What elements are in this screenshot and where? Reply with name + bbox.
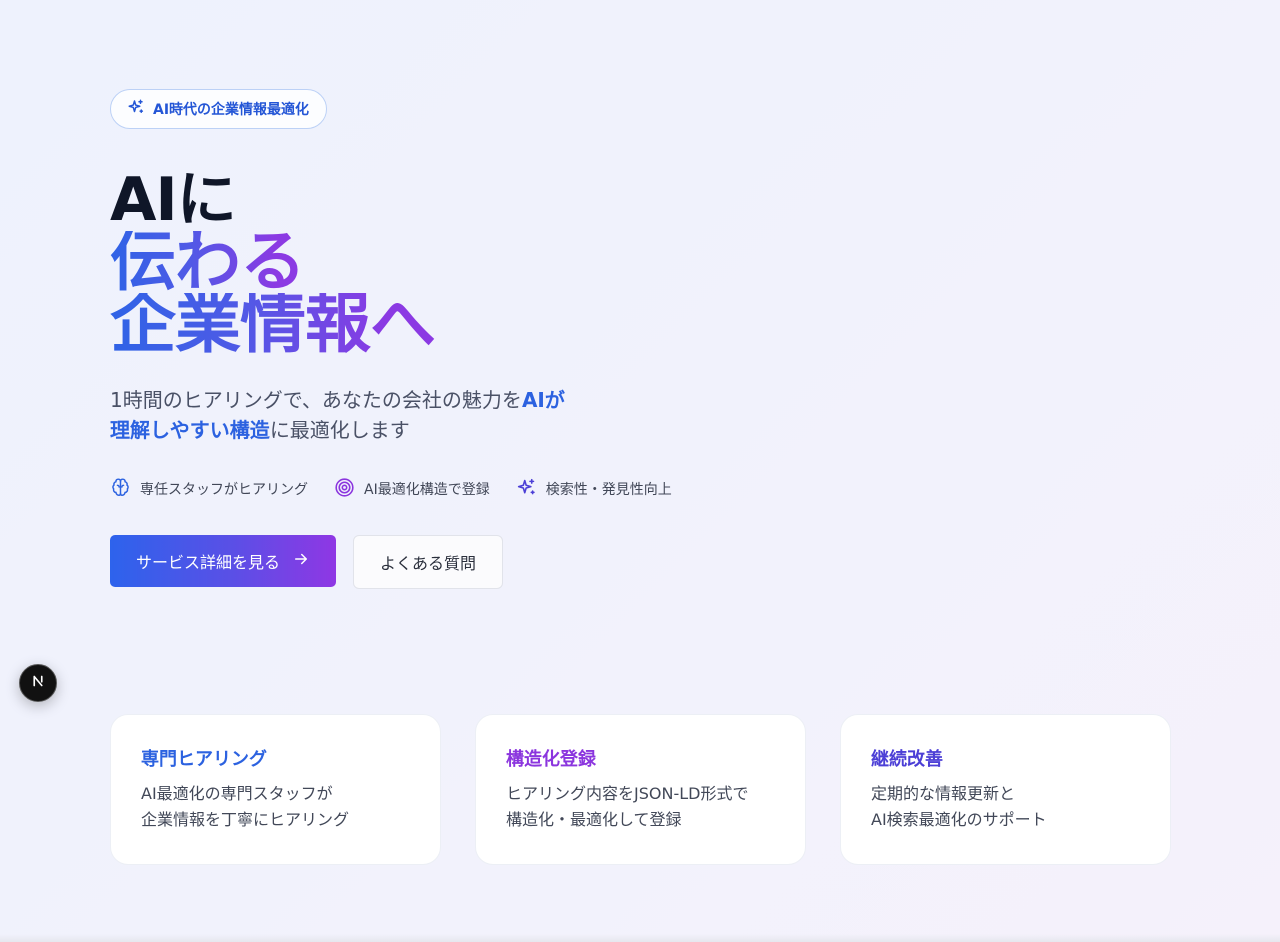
target-icon xyxy=(334,477,355,502)
feature-item-hearing: 専任スタッフがヒアリング xyxy=(110,477,308,501)
feature-label: 専任スタッフがヒアリング xyxy=(140,482,308,498)
service-cards: 専門ヒアリング AI最適化の専門スタッフが 企業情報を丁寧にヒアリング 構造化登… xyxy=(110,714,1171,865)
headline-line-2: 伝わる xyxy=(110,223,306,300)
card-title: 専門ヒアリング xyxy=(141,749,267,770)
card-title: 継続改善 xyxy=(871,749,943,770)
subtitle-part-2: に最適化します xyxy=(269,418,410,442)
card-text: 定期的な情報更新と AI検索最適化のサポート xyxy=(871,784,1047,829)
n-logo-icon xyxy=(29,672,47,694)
hero-badge: AI時代の企業情報最適化 xyxy=(110,89,328,129)
card-hearing: 専門ヒアリング AI最適化の専門スタッフが 企業情報を丁寧にヒアリング xyxy=(110,714,441,865)
nextjs-dev-indicator[interactable] xyxy=(19,664,57,702)
headline-line-3: 企業情報へ xyxy=(110,285,436,362)
sparkles-icon xyxy=(127,98,145,120)
feature-item-structure: AI最適化構造で登録 xyxy=(334,477,490,501)
hero-actions: サービス詳細を見る よくある質問 xyxy=(110,535,810,589)
hero-subtitle: 1時間のヒアリングで、あなたの会社の魅力をAIが理解しやすい構造に最適化します xyxy=(110,385,580,445)
service-details-label: サービス詳細を見る xyxy=(136,553,281,572)
hero-badge-label: AI時代の企業情報最適化 xyxy=(153,102,310,118)
hero-section: AI時代の企業情報最適化 AIに 伝わる 企業情報へ 1時間のヒアリングで、あな… xyxy=(110,89,810,589)
card-structured-registration: 構造化登録 ヒアリング内容をJSON-LD形式で 構造化・最適化して登録 xyxy=(475,714,806,865)
sparkles-icon xyxy=(516,477,537,502)
hero-headline: AIに 伝わる 企業情報へ xyxy=(110,165,810,362)
card-text: AI最適化の専門スタッフが 企業情報を丁寧にヒアリング xyxy=(141,784,350,829)
feature-item-discoverability: 検索性・発見性向上 xyxy=(516,477,672,501)
feature-list: 専任スタッフがヒアリング AI最適化構造で登録 検索性・発見性向上 xyxy=(110,477,810,501)
feature-label: AI最適化構造で登録 xyxy=(364,482,490,498)
arrow-right-icon xyxy=(292,550,310,572)
card-text: ヒアリング内容をJSON-LD形式で 構造化・最適化して登録 xyxy=(506,784,749,829)
card-continuous-improvement: 継続改善 定期的な情報更新と AI検索最適化のサポート xyxy=(840,714,1171,865)
headline-line-1: AIに xyxy=(110,165,237,235)
subtitle-part-1: 1時間のヒアリングで、あなたの会社の魅力を xyxy=(110,388,522,412)
page-bottom-edge xyxy=(0,934,1280,942)
faq-button[interactable]: よくある質問 xyxy=(353,535,504,589)
card-title: 構造化登録 xyxy=(506,749,596,770)
service-details-button[interactable]: サービス詳細を見る xyxy=(110,535,337,587)
feature-label: 検索性・発見性向上 xyxy=(545,482,672,498)
brain-icon xyxy=(110,477,131,502)
